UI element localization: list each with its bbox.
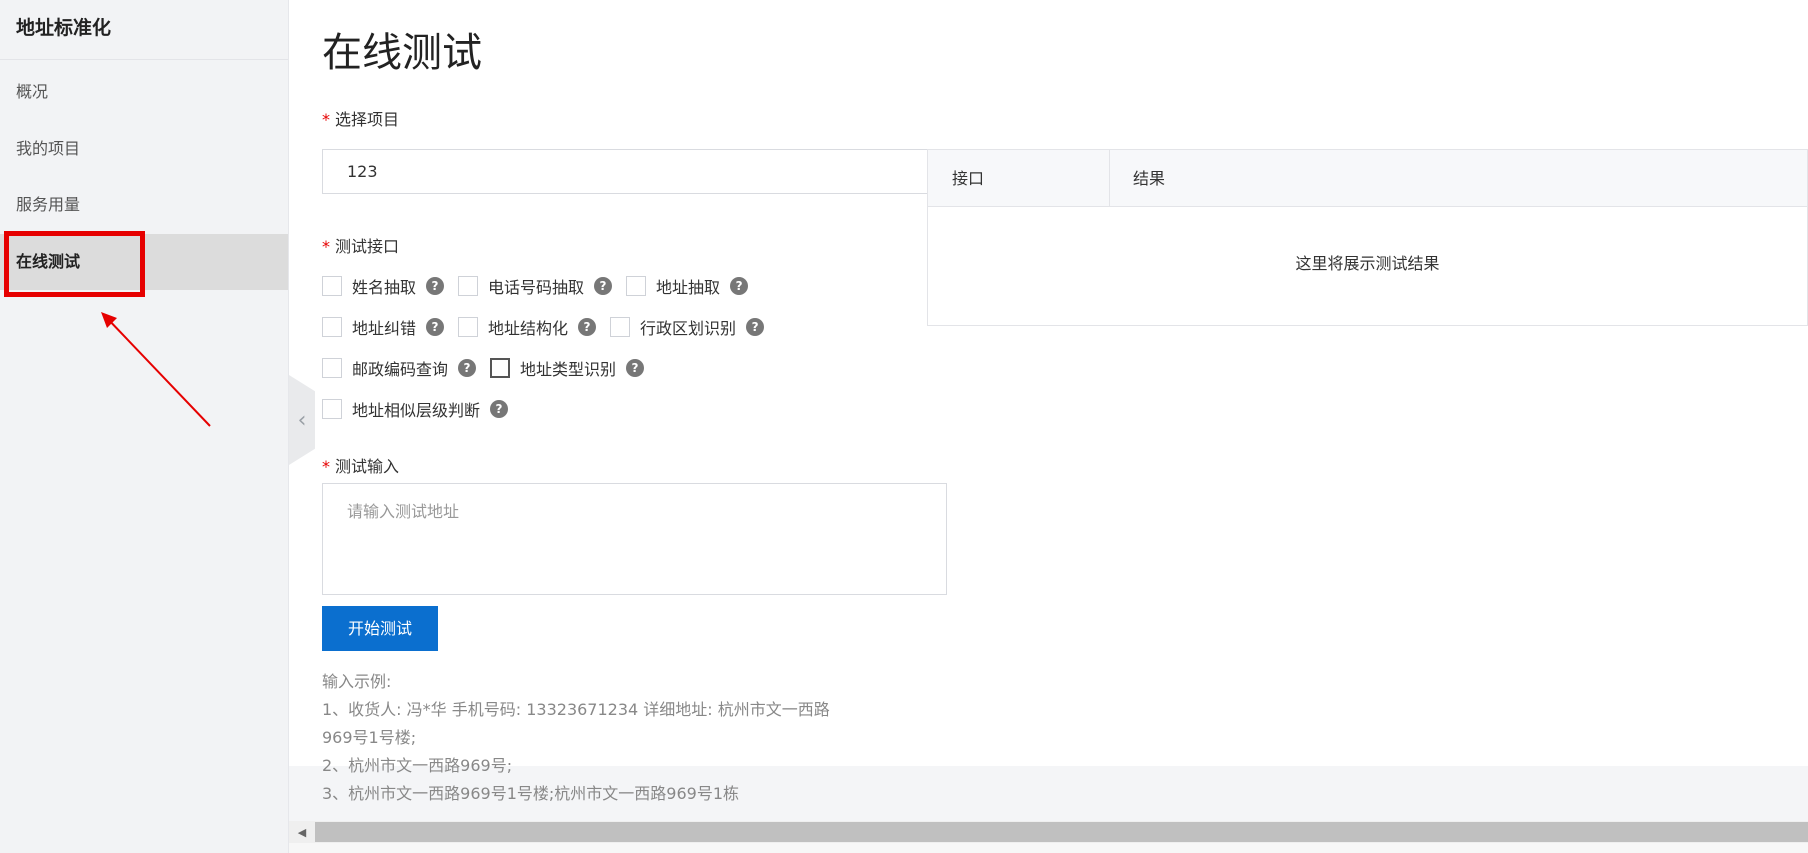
results-table: 接口 结果 这里将展示测试结果 bbox=[927, 149, 1808, 326]
question-circle-icon[interactable]: ? bbox=[594, 277, 613, 295]
results-header: 接口 结果 bbox=[928, 150, 1807, 207]
checkbox-box[interactable] bbox=[322, 276, 342, 296]
checkbox-box[interactable] bbox=[322, 358, 342, 378]
example-line: 3、杭州市文一西路969号1号楼;杭州市文一西路969号1栋 bbox=[322, 784, 740, 803]
sidebar-title: 地址标准化 bbox=[0, 0, 288, 60]
scroll-bottom-strip bbox=[289, 843, 1808, 853]
api-options-row-3: 邮政编码查询 ? 地址类型识别 ? bbox=[322, 356, 658, 380]
sidebar-item-usage[interactable]: 服务用量 bbox=[0, 177, 288, 233]
column-header-api: 接口 bbox=[952, 169, 985, 188]
test-input-placeholder: 请输入测试地址 bbox=[347, 502, 460, 521]
checkbox-box[interactable] bbox=[610, 317, 631, 337]
checkbox-address-correct[interactable]: 地址纠错 ? bbox=[322, 315, 445, 339]
question-circle-icon[interactable]: ? bbox=[458, 359, 477, 377]
sidebar-item-my-projects[interactable]: 我的项目 bbox=[0, 121, 288, 177]
question-circle-icon[interactable]: ? bbox=[426, 277, 445, 295]
checkbox-zipcode-query[interactable]: 邮政编码查询 ? bbox=[322, 356, 477, 380]
examples-title: 输入示例: bbox=[322, 672, 392, 691]
question-circle-icon[interactable]: ? bbox=[490, 400, 509, 418]
checkbox-phone-extract[interactable]: 电话号码抽取 ? bbox=[458, 274, 613, 298]
annotation-arrow bbox=[101, 312, 211, 427]
example-line: 969号1号楼; bbox=[322, 728, 417, 747]
column-header-result: 结果 bbox=[1133, 169, 1166, 188]
page-title: 在线测试 bbox=[322, 30, 482, 76]
checkbox-box[interactable] bbox=[322, 317, 342, 337]
checkbox-address-similarity[interactable]: 地址相似层级判断 ? bbox=[322, 397, 509, 421]
sidebar-item-overview[interactable]: 概况 bbox=[0, 64, 288, 120]
project-select-value: 123 bbox=[347, 162, 378, 181]
example-line: 1、收货人: 冯*华 手机号码: 13323671234 详细地址: 杭州市文一… bbox=[322, 700, 830, 719]
scrollbar-thumb[interactable] bbox=[315, 822, 1808, 842]
test-input-textarea[interactable]: 请输入测试地址 bbox=[322, 483, 947, 595]
api-options-row-4: 地址相似层级判断 ? bbox=[322, 397, 522, 421]
checkbox-box[interactable] bbox=[458, 317, 479, 337]
chevron-left-icon: ‹ bbox=[297, 407, 307, 433]
question-circle-icon[interactable]: ? bbox=[746, 318, 765, 336]
checkbox-address-extract[interactable]: 地址抽取 ? bbox=[626, 274, 749, 298]
input-label: * 测试输入 bbox=[322, 457, 400, 476]
horizontal-scrollbar[interactable]: ◀ bbox=[289, 821, 1808, 843]
checkbox-box[interactable] bbox=[458, 276, 479, 296]
project-label: * 选择项目 bbox=[322, 110, 400, 129]
start-test-button[interactable]: 开始测试 bbox=[322, 606, 438, 651]
checkbox-address-structure[interactable]: 地址结构化 ? bbox=[458, 315, 597, 339]
question-circle-icon[interactable]: ? bbox=[626, 359, 645, 377]
checkbox-name-extract[interactable]: 姓名抽取 ? bbox=[322, 274, 445, 298]
example-line: 2、杭州市文一西路969号; bbox=[322, 756, 513, 775]
results-empty-text: 这里将展示测试结果 bbox=[1295, 254, 1440, 273]
triangle-left-icon[interactable]: ◀ bbox=[289, 821, 315, 843]
api-options-row-2: 地址纠错 ? 地址结构化 ? 行政区划识别 ? bbox=[322, 315, 778, 339]
checkbox-address-type[interactable]: 地址类型识别 ? bbox=[490, 356, 645, 380]
highlight-box bbox=[4, 231, 145, 297]
checkbox-box[interactable] bbox=[490, 358, 511, 378]
checkbox-box[interactable] bbox=[626, 276, 647, 296]
project-select[interactable]: 123 bbox=[322, 149, 946, 194]
question-circle-icon[interactable]: ? bbox=[426, 318, 445, 336]
checkbox-box[interactable] bbox=[322, 399, 342, 419]
column-divider bbox=[1109, 150, 1110, 207]
question-circle-icon[interactable]: ? bbox=[730, 277, 749, 295]
checkbox-division-recognize[interactable]: 行政区划识别 ? bbox=[610, 315, 765, 339]
api-label: * 测试接口 bbox=[322, 237, 400, 256]
input-examples: 输入示例: 1、收货人: 冯*华 手机号码: 13323671234 详细地址:… bbox=[322, 668, 862, 808]
api-options-row-1: 姓名抽取 ? 电话号码抽取 ? 地址抽取 ? bbox=[322, 274, 762, 298]
question-circle-icon[interactable]: ? bbox=[578, 318, 597, 336]
collapse-sidebar-button[interactable]: ‹ bbox=[289, 375, 315, 465]
